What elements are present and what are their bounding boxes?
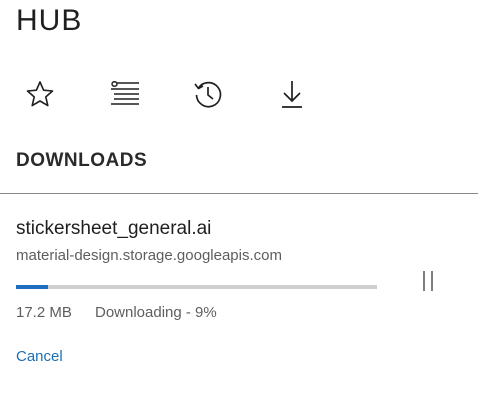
- download-status: Downloading - 9%: [95, 304, 217, 321]
- download-size: 17.2 MB: [16, 304, 72, 321]
- page-title: HUB: [16, 4, 83, 37]
- downloads-tab[interactable]: [276, 78, 308, 110]
- cancel-link[interactable]: Cancel: [16, 348, 63, 365]
- pause-button[interactable]: [413, 268, 443, 298]
- history-icon: [192, 78, 224, 110]
- section-heading: DOWNLOADS: [16, 150, 148, 171]
- reading-list-tab[interactable]: [109, 78, 141, 110]
- download-progress-fill: [16, 285, 49, 289]
- download-source: material-design.storage.googleapis.com: [16, 247, 282, 264]
- download-item: stickersheet_general.ai material-design.…: [0, 210, 478, 380]
- reading-list-icon: [109, 79, 141, 109]
- download-progress-bar: [16, 285, 377, 289]
- favorites-tab[interactable]: [24, 78, 56, 110]
- divider: [0, 193, 478, 194]
- history-tab[interactable]: [192, 78, 224, 110]
- download-filename: stickersheet_general.ai: [16, 218, 212, 239]
- star-icon: [25, 79, 55, 109]
- download-icon: [277, 78, 307, 110]
- hub-panel: HUB DOWNLOADS stickersheet_general.ai ma…: [0, 0, 478, 410]
- pause-icon: [418, 268, 438, 299]
